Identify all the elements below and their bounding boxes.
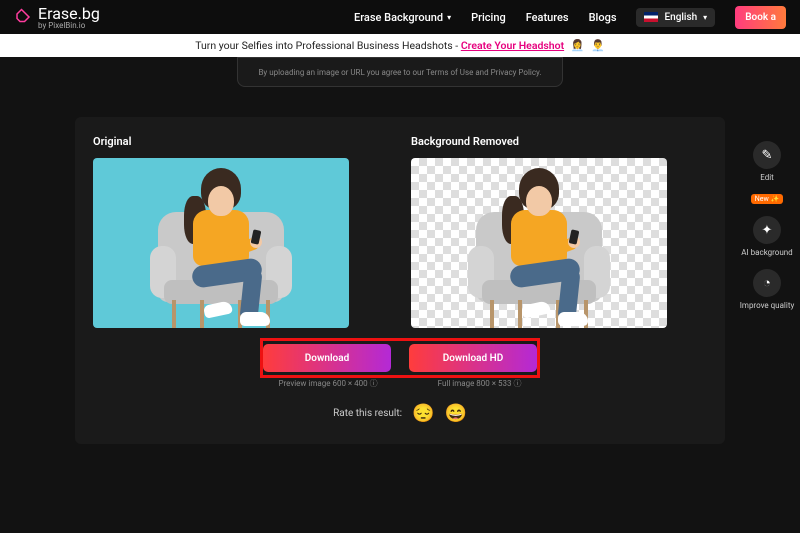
original-column: Original <box>93 135 389 328</box>
language-selector[interactable]: English ▾ <box>636 8 715 27</box>
new-badge: New ✨ <box>751 194 783 204</box>
chevron-down-icon: ▾ <box>703 13 707 22</box>
original-label: Original <box>93 135 389 148</box>
nav-blogs[interactable]: Blogs <box>589 11 617 24</box>
improve-quality-tool[interactable]: ◔ Improve quality <box>740 269 794 310</box>
nav-erase-background[interactable]: Erase Background ▾ <box>354 11 451 24</box>
ai-background-tool[interactable]: ✦ AI background <box>741 216 792 257</box>
original-image <box>93 158 349 328</box>
removed-label: Background Removed <box>411 135 707 148</box>
female-avatar-icon: 👩‍💼 <box>571 39 585 52</box>
top-nav: Erase.bg by PixelBin.io Erase Background… <box>0 0 800 34</box>
removed-column: Background Removed <box>411 135 707 328</box>
promo-banner: Turn your Selfies into Professional Busi… <box>0 34 800 57</box>
download-button[interactable]: Download <box>263 344 391 372</box>
removed-image <box>411 158 667 328</box>
rate-bad-button[interactable]: 😔 <box>412 403 434 424</box>
download-row: Download Download HD <box>93 344 707 372</box>
erase-logo-icon <box>14 5 32 23</box>
upload-terms-stub: By uploading an image or URL you agree t… <box>237 57 563 87</box>
brand-block[interactable]: Erase.bg by PixelBin.io <box>14 4 100 30</box>
image-meta-row: Preview image 600 × 400 ⓘ Full image 800… <box>93 378 707 389</box>
sparkle-wand-icon: ✦ <box>762 223 773 238</box>
book-cta-button[interactable]: Book a <box>735 6 786 29</box>
edit-tool[interactable]: ✎ Edit <box>753 141 781 182</box>
brand-sub: by PixelBin.io <box>38 21 100 30</box>
nav-pricing[interactable]: Pricing <box>471 11 506 24</box>
create-headshot-link[interactable]: Create Your Headshot <box>461 39 564 52</box>
chevron-down-icon: ▾ <box>447 13 451 22</box>
rate-good-button[interactable]: 😄 <box>444 403 466 424</box>
enhance-icon: ◔ <box>763 275 771 291</box>
download-hd-button[interactable]: Download HD <box>409 344 537 372</box>
male-avatar-icon: 👨‍💼 <box>591 39 605 52</box>
result-panel: ✎ Edit New ✨ ✦ AI background ◔ Improve q… <box>75 117 725 444</box>
preview-meta: Preview image 600 × 400 ⓘ <box>278 378 377 389</box>
rate-row: Rate this result: 😔 😄 <box>93 403 707 424</box>
nav-features[interactable]: Features <box>526 11 569 24</box>
side-tools: ✎ Edit New ✨ ✦ AI background ◔ Improve q… <box>733 141 800 310</box>
full-meta: Full image 800 × 533 ⓘ <box>438 378 522 389</box>
pencil-icon: ✎ <box>762 148 773 163</box>
uk-flag-icon <box>644 12 658 22</box>
